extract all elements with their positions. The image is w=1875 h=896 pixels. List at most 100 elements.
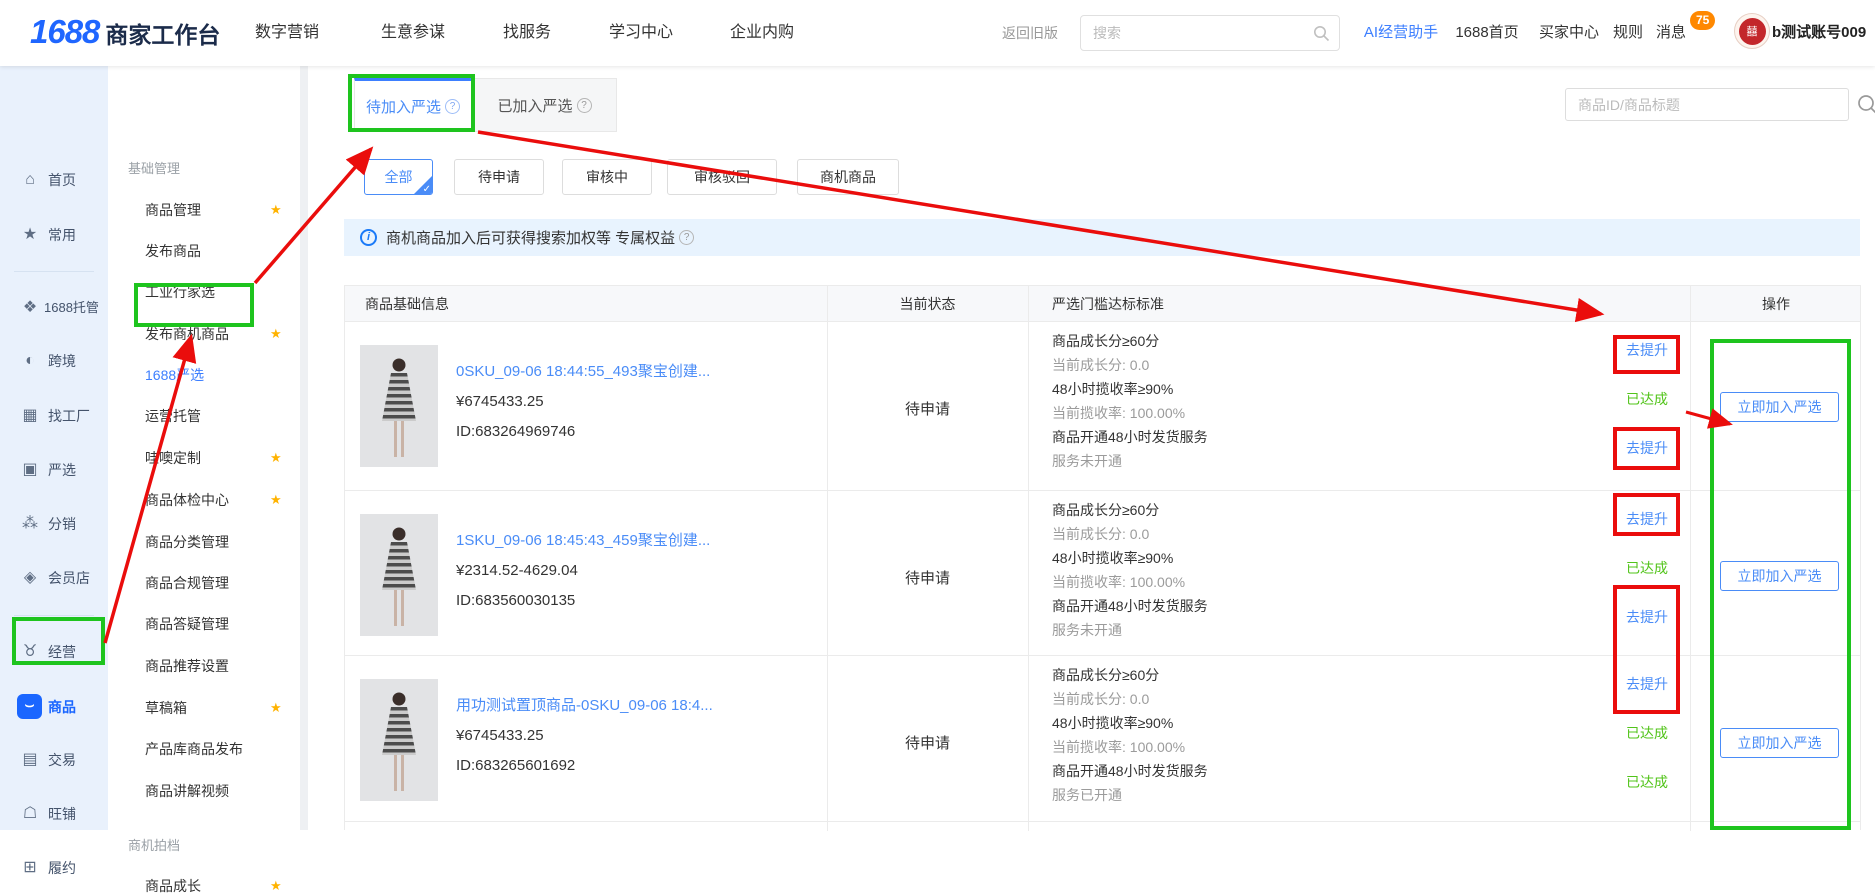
submenu-item-operation-hosting[interactable]: 运营托管 [145,406,201,426]
submenu-item-drafts[interactable]: 草稿箱 [145,698,187,718]
logo-1688-workbench[interactable]: 1688 商家工作台 [30,13,220,51]
sidebar-item-member-store[interactable]: ◈ 会员店 [0,558,108,598]
improve-link[interactable]: 去提升 [1625,674,1669,694]
submenu-item-goods-management[interactable]: 商品管理 [145,200,201,220]
product-image[interactable] [360,345,438,467]
sidebar-item-goods[interactable]: ⌣ 商品 [0,687,108,727]
help-icon[interactable]: ? [577,98,592,113]
sidebar-item-1688-hosting[interactable]: ❖ 1688托管 [0,288,108,328]
nav-business-advisor[interactable]: 生意参谋 [381,0,445,66]
criterion-growth-current: 当前成长分: 0.0 [1052,525,1149,543]
submenu-item-goods-compliance-management[interactable]: 商品合规管理 [145,573,229,593]
achieved-label: 已达成 [1625,772,1669,792]
submenu-item-industry-expert-pick[interactable]: 工业行家选 [145,282,215,302]
criterion-growth-score: 商品成长分≥60分 [1052,332,1159,350]
filter-pending-apply[interactable]: 待申请 [454,159,544,195]
sidebar-item-home[interactable]: ⌂ 首页 [0,160,108,200]
submenu-item-product-library-publish[interactable]: 产品库商品发布 [145,739,243,759]
nav-find-services[interactable]: 找服务 [503,0,551,66]
product-image[interactable] [360,679,438,801]
sidebar-item-trade[interactable]: ▤ 交易 [0,740,108,780]
nav-learning-center[interactable]: 学习中心 [609,0,673,66]
product-title-link[interactable]: 用功测试置顶商品-0SKU_09-06 18:4... [456,694,713,715]
clipboard-icon: ▤ [20,750,40,770]
improve-link[interactable]: 去提升 [1625,438,1669,458]
sidebar-item-operations[interactable]: ♉ 经营 [0,632,108,672]
achieved-label: 已达成 [1625,389,1669,409]
submenu-item-publish-opportunity-goods[interactable]: 发布商机商品 [145,324,229,344]
favorite-star-icon[interactable]: ★ [270,698,282,718]
link-rules[interactable]: 规则 [1613,0,1643,66]
improve-link[interactable]: 去提升 [1625,509,1669,529]
improve-link[interactable]: 去提升 [1625,340,1669,360]
ai-assistant-link[interactable]: AI经营助手 [1364,0,1438,66]
member-badge-icon: ◈ [20,568,40,588]
table-row: 1SKU_09-06 18:45:43_459聚宝创建... ¥2314.52-… [345,491,1860,656]
link-messages[interactable]: 消息 [1656,0,1686,66]
nav-digital-marketing[interactable]: 数字营销 [255,0,319,66]
submenu-item-goods-checkup-center[interactable]: 商品体检中心 [145,490,229,510]
submenu-item-publish-goods[interactable]: 发布商品 [145,241,201,261]
filter-all[interactable]: 全部 ✓ [364,159,433,195]
product-search-input[interactable] [1566,89,1848,120]
favorite-star-icon[interactable]: ★ [270,490,282,510]
topbar-search-box [1080,15,1340,51]
favorite-star-icon[interactable]: ★ [270,200,282,220]
help-icon[interactable]: ? [679,230,694,245]
tab-pending-yanxuan[interactable]: 待加入严选 ? [354,78,472,132]
product-image[interactable] [360,514,438,636]
product-title-link[interactable]: 0SKU_09-06 18:44:55_493聚宝创建... [456,360,710,381]
join-yanxuan-button[interactable]: 立即加入严选 [1720,728,1839,758]
sidebar-item-shop[interactable]: ☖ 旺铺 [0,794,108,834]
criterion-pickup-rate: 48小时揽收率≥90% [1052,549,1173,567]
sidebar-item-cross-border[interactable]: ◐ 跨境 [0,341,108,381]
status-label: 待申请 [827,398,1028,419]
secondary-sidebar: 基础管理 商品管理 ★ 发布商品 工业行家选 发布商机商品 ★ 1688严选 运… [108,66,300,830]
star-icon: ★ [20,225,40,245]
account-name[interactable]: b测试账号009 [1772,0,1866,66]
sidebar-item-favorites[interactable]: ★ 常用 [0,215,108,255]
sidebar-item-distribution[interactable]: ⁂ 分销 [0,504,108,544]
sidebar-item-yanxuan[interactable]: ▣ 严选 [0,450,108,490]
favorite-star-icon[interactable]: ★ [270,448,282,468]
help-icon[interactable]: ? [445,99,460,114]
sidebar-item-find-factory[interactable]: ▦ 找工厂 [0,396,108,436]
favorite-star-icon[interactable]: ★ [270,324,282,344]
submenu-item-goods-explainer-video[interactable]: 商品讲解视频 [145,781,229,801]
back-to-old-version-link[interactable]: 返回旧版 [1002,0,1058,66]
avatar[interactable]: 囍 [1734,13,1770,49]
link-buyer-center[interactable]: 买家中心 [1539,0,1599,66]
submenu-item-goods-recommendation-settings[interactable]: 商品推荐设置 [145,656,229,676]
submenu-item-goods-category-management[interactable]: 商品分类管理 [145,532,229,552]
join-yanxuan-button[interactable]: 立即加入严选 [1720,561,1839,591]
submenu-item-1688-yanxuan[interactable]: 1688严选 [145,365,204,385]
product-id: ID:683265601692 [456,757,575,774]
improve-link[interactable]: 去提升 [1625,607,1669,627]
primary-sidebar: ⌂ 首页 ★ 常用 ❖ 1688托管 ◐ 跨境 ▦ 找工厂 ▣ 严选 ⁂ 分销 … [0,66,108,830]
link-1688-home[interactable]: 1688首页 [1455,0,1518,66]
filter-opportunity-goods[interactable]: 商机商品 [797,159,899,195]
submenu-item-goods-qa-management[interactable]: 商品答疑管理 [145,614,229,634]
submenu-scrollbar[interactable] [300,66,308,830]
criterion-48h-shipping: 商品开通48小时发货服务 [1052,428,1208,446]
network-icon: ⁂ [20,514,40,534]
table-header: 商品基础信息 当前状态 严选门槛达标标准 操作 [345,286,1860,322]
search-icon[interactable] [1856,93,1875,117]
product-title-link[interactable]: 1SKU_09-06 18:45:43_459聚宝创建... [456,529,710,550]
top-bar: 1688 商家工作台 数字营销 生意参谋 找服务 学习中心 企业内购 返回旧版 … [0,0,1875,66]
filter-review-rejected[interactable]: 审核驳回 [667,159,777,195]
join-yanxuan-button[interactable]: 立即加入严选 [1720,392,1839,422]
topbar-search-input[interactable] [1081,16,1339,50]
product-price: ¥2314.52-4629.04 [456,562,578,579]
nav-enterprise-purchase[interactable]: 企业内购 [730,0,794,66]
message-count-badge[interactable]: 75 [1690,11,1715,30]
submenu-item-waao-customization[interactable]: 哇噢定制 [145,448,201,468]
col-header-product-info: 商品基础信息 [365,286,449,322]
sidebar-item-fulfillment[interactable]: ⊞ 履约 [0,848,108,888]
product-price: ¥6745433.25 [456,393,544,410]
submenu-item-goods-growth[interactable]: 商品成长 [145,876,201,896]
tab-joined-yanxuan[interactable]: 已加入严选 ? [472,78,617,132]
favorite-star-icon[interactable]: ★ [270,876,282,896]
goods-bag-icon: ⌣ [17,694,42,719]
filter-under-review[interactable]: 审核中 [562,159,652,195]
